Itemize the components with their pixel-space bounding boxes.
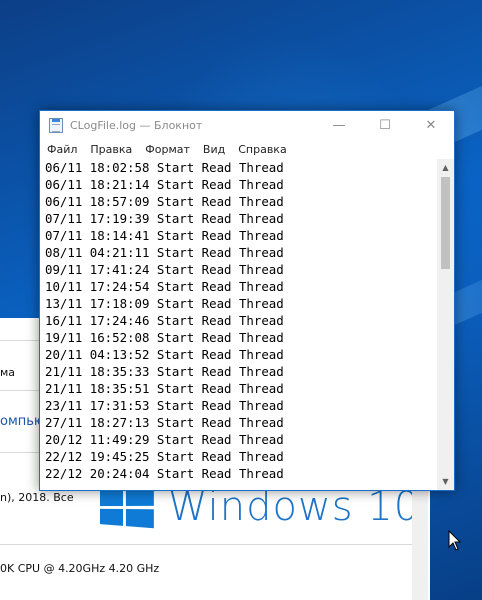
log-line: 27/11 18:27:13 Start Read Thread bbox=[45, 415, 284, 430]
log-line: 16/11 17:24:46 Start Read Thread bbox=[45, 313, 284, 328]
log-line: 06/11 18:57:09 Start Read Thread bbox=[45, 194, 284, 209]
log-line: 23/11 17:31:53 Start Read Thread bbox=[45, 398, 284, 413]
log-line: 08/11 04:21:11 Start Read Thread bbox=[45, 245, 284, 260]
cpu-info-text: 0K CPU @ 4.20GHz 4.20 GHz bbox=[0, 562, 160, 575]
notepad-window[interactable]: CLogFile.log — Блокнот — ☐ ✕ Файл Правка… bbox=[39, 110, 455, 491]
scroll-up-arrow-icon[interactable]: ▲ bbox=[437, 159, 454, 176]
log-line: 22/12 20:24:04 Start Read Thread bbox=[45, 466, 284, 481]
log-line: 20/11 04:13:52 Start Read Thread bbox=[45, 347, 284, 362]
menu-help[interactable]: Справка bbox=[232, 143, 292, 156]
menu-bar: Файл Правка Формат Вид Справка bbox=[40, 139, 454, 159]
log-line: 10/11 17:24:54 Start Read Thread bbox=[45, 279, 284, 294]
log-line: 06/11 18:02:58 Start Read Thread bbox=[45, 160, 284, 175]
window-controls: — ☐ ✕ bbox=[316, 111, 454, 139]
notepad-app-icon bbox=[49, 117, 63, 133]
maximize-button[interactable]: ☐ bbox=[362, 111, 408, 139]
log-line: 20/12 11:49:29 Start Read Thread bbox=[45, 432, 284, 447]
log-line: 07/11 18:14:41 Start Read Thread bbox=[45, 228, 284, 243]
log-line: 07/11 17:19:39 Start Read Thread bbox=[45, 211, 284, 226]
vertical-scrollbar[interactable]: ▲ ▼ bbox=[437, 159, 454, 490]
log-line: 13/11 17:18:09 Start Read Thread bbox=[45, 296, 284, 311]
window-title: CLogFile.log — Блокнот bbox=[70, 118, 203, 132]
scroll-down-arrow-icon[interactable]: ▼ bbox=[437, 473, 454, 490]
copyright-text: n), 2018. Все bbox=[0, 491, 74, 504]
text-editor-area[interactable]: 06/11 18:02:58 Start Read Thread 06/11 1… bbox=[40, 159, 437, 490]
menu-edit[interactable]: Правка bbox=[84, 143, 138, 156]
log-line: 22/12 19:45:25 Start Read Thread bbox=[45, 449, 284, 464]
log-line: 09/11 17:41:24 Start Read Thread bbox=[45, 262, 284, 277]
menu-format[interactable]: Формат bbox=[139, 143, 196, 156]
notepad-titlebar[interactable]: CLogFile.log — Блокнот — ☐ ✕ bbox=[40, 111, 454, 139]
divider bbox=[0, 390, 40, 391]
mouse-cursor-icon bbox=[448, 530, 462, 551]
log-line: 21/11 18:35:33 Start Read Thread bbox=[45, 364, 284, 379]
scrollbar-thumb[interactable] bbox=[441, 177, 450, 269]
log-line: 21/11 18:35:51 Start Read Thread bbox=[45, 381, 284, 396]
menu-view[interactable]: Вид bbox=[197, 143, 231, 156]
divider bbox=[0, 544, 412, 545]
log-line: 19/11 16:52:08 Start Read Thread bbox=[45, 330, 284, 345]
log-line: 06/11 18:21:14 Start Read Thread bbox=[45, 177, 284, 192]
minimize-button[interactable]: — bbox=[316, 111, 362, 139]
close-button[interactable]: ✕ bbox=[408, 111, 454, 139]
background-label: ма bbox=[0, 366, 16, 379]
divider bbox=[0, 340, 40, 341]
background-scrollbar[interactable] bbox=[412, 490, 428, 600]
windows-logo-icon bbox=[99, 485, 154, 529]
menu-file[interactable]: Файл bbox=[41, 143, 83, 156]
